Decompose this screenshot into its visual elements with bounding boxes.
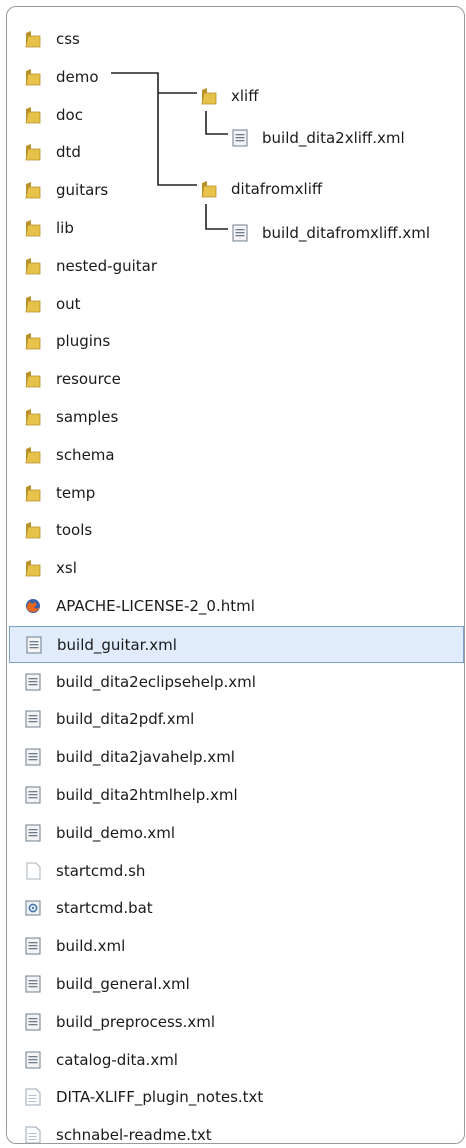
subtree-item-label: ditafromxliff <box>231 180 323 198</box>
subtree-item-label: xliff <box>231 87 259 105</box>
file-explorer-panel: css demo doc dtd guitars lib nested-guitar out p… <box>6 6 465 1144</box>
subtree-item-label: build_ditafromxliff.xml <box>262 224 431 242</box>
row-label: build_dita2pdf.xml <box>56 710 195 729</box>
row-label: tools <box>56 521 93 540</box>
row-label: resource <box>56 370 121 389</box>
row-label: build.xml <box>56 937 126 956</box>
file-row[interactable]: build.xml <box>9 928 464 965</box>
folder-row[interactable]: resource <box>9 361 464 398</box>
firefox-icon <box>25 597 41 615</box>
row-label: build_dita2eclipsehelp.xml <box>56 672 256 691</box>
file-row[interactable]: build_dita2eclipsehelp.xml <box>9 664 464 701</box>
folder-row[interactable]: tools <box>9 512 464 549</box>
file-row[interactable]: build_dita2pdf.xml <box>9 701 464 738</box>
folder-icon <box>25 521 41 539</box>
xliff-child-connector <box>205 111 228 135</box>
folder-row[interactable]: xsl <box>9 550 464 587</box>
row-label: startcmd.sh <box>56 861 146 880</box>
text-file-icon <box>25 1088 41 1106</box>
row-label: DITA-XLIFF_plugin_notes.txt <box>56 1088 264 1107</box>
demo-to-ditafromxliff-connector <box>111 72 197 186</box>
xml-file-icon <box>25 1051 41 1069</box>
batch-file-icon <box>25 899 41 917</box>
folder-icon <box>201 87 217 105</box>
tree-connectors <box>111 72 228 230</box>
file-row[interactable]: build_general.xml <box>9 966 464 1003</box>
xml-file-icon <box>25 937 41 955</box>
folder-icon <box>25 370 41 388</box>
row-label: temp <box>56 483 96 502</box>
xml-file-icon <box>232 224 248 242</box>
file-row[interactable]: DITA-XLIFF_plugin_notes.txt <box>9 1079 464 1116</box>
row-label: schnabel-readme.txt <box>56 1126 212 1144</box>
row-label: xsl <box>56 559 77 578</box>
row-label: build_dita2javahelp.xml <box>56 748 235 767</box>
row-label: schema <box>56 445 115 464</box>
row-label: samples <box>56 408 119 426</box>
row-label: build_dita2htmlhelp.xml <box>56 786 238 804</box>
file-row[interactable]: APACHE-LICENSE-2_0.html <box>9 588 464 625</box>
folder-icon <box>25 446 41 464</box>
subtree-item-build-ditafromxliff[interactable]: build_ditafromxliff.xml <box>232 219 464 249</box>
blank-file-icon <box>25 862 41 880</box>
folder-row[interactable]: plugins <box>9 323 464 360</box>
xml-file-icon <box>25 975 41 993</box>
xml-file-icon <box>25 1013 41 1031</box>
file-row[interactable]: build_dita2htmlhelp.xml <box>9 777 464 814</box>
folder-row[interactable]: temp <box>9 475 464 512</box>
xml-file-icon <box>26 636 42 654</box>
row-label: build_preprocess.xml <box>56 1012 216 1031</box>
row-label: startcmd.bat <box>56 899 153 918</box>
xml-file-icon <box>232 129 248 147</box>
file-row[interactable]: startcmd.bat <box>9 890 464 927</box>
ditafromxliff-child-connector <box>205 204 228 230</box>
row-label: APACHE-LICENSE-2_0.html <box>56 597 255 615</box>
folder-row[interactable]: samples <box>9 399 464 436</box>
folder-row[interactable]: schema <box>9 437 464 474</box>
folder-icon <box>25 332 41 350</box>
folder-icon <box>25 408 41 426</box>
file-row[interactable]: startcmd.sh <box>9 853 464 890</box>
row-label: plugins <box>56 332 111 351</box>
xml-file-icon <box>25 710 41 728</box>
xml-file-icon <box>25 824 41 842</box>
subtree-item-label: build_dita2xliff.xml <box>262 129 405 147</box>
file-row[interactable]: build_dita2javahelp.xml <box>9 739 464 776</box>
file-row[interactable]: schnabel-readme.txt <box>9 1117 464 1144</box>
folder-icon <box>25 559 41 577</box>
subtree-item-build-dita2xliff[interactable]: build_dita2xliff.xml <box>232 124 462 154</box>
xml-file-icon <box>25 786 41 804</box>
folder-icon <box>25 484 41 502</box>
row-label: catalog-dita.xml <box>56 1050 178 1069</box>
row-label: build_demo.xml <box>56 823 176 842</box>
file-row[interactable]: build_preprocess.xml <box>9 1004 464 1041</box>
folder-icon <box>201 180 217 198</box>
file-row[interactable]: build_demo.xml <box>9 815 464 852</box>
file-row[interactable]: build_guitar.xml <box>9 625 464 663</box>
xml-file-icon <box>25 673 41 691</box>
subtree-item-xliff[interactable]: xliff <box>201 82 401 112</box>
subtree-item-ditafromxliff[interactable]: ditafromxliff <box>201 175 401 205</box>
text-file-icon <box>25 1126 41 1143</box>
row-label: build_general.xml <box>56 975 190 993</box>
file-row[interactable]: catalog-dita.xml <box>9 1042 464 1079</box>
row-label: build_guitar.xml <box>57 635 177 654</box>
xml-file-icon <box>25 748 41 766</box>
